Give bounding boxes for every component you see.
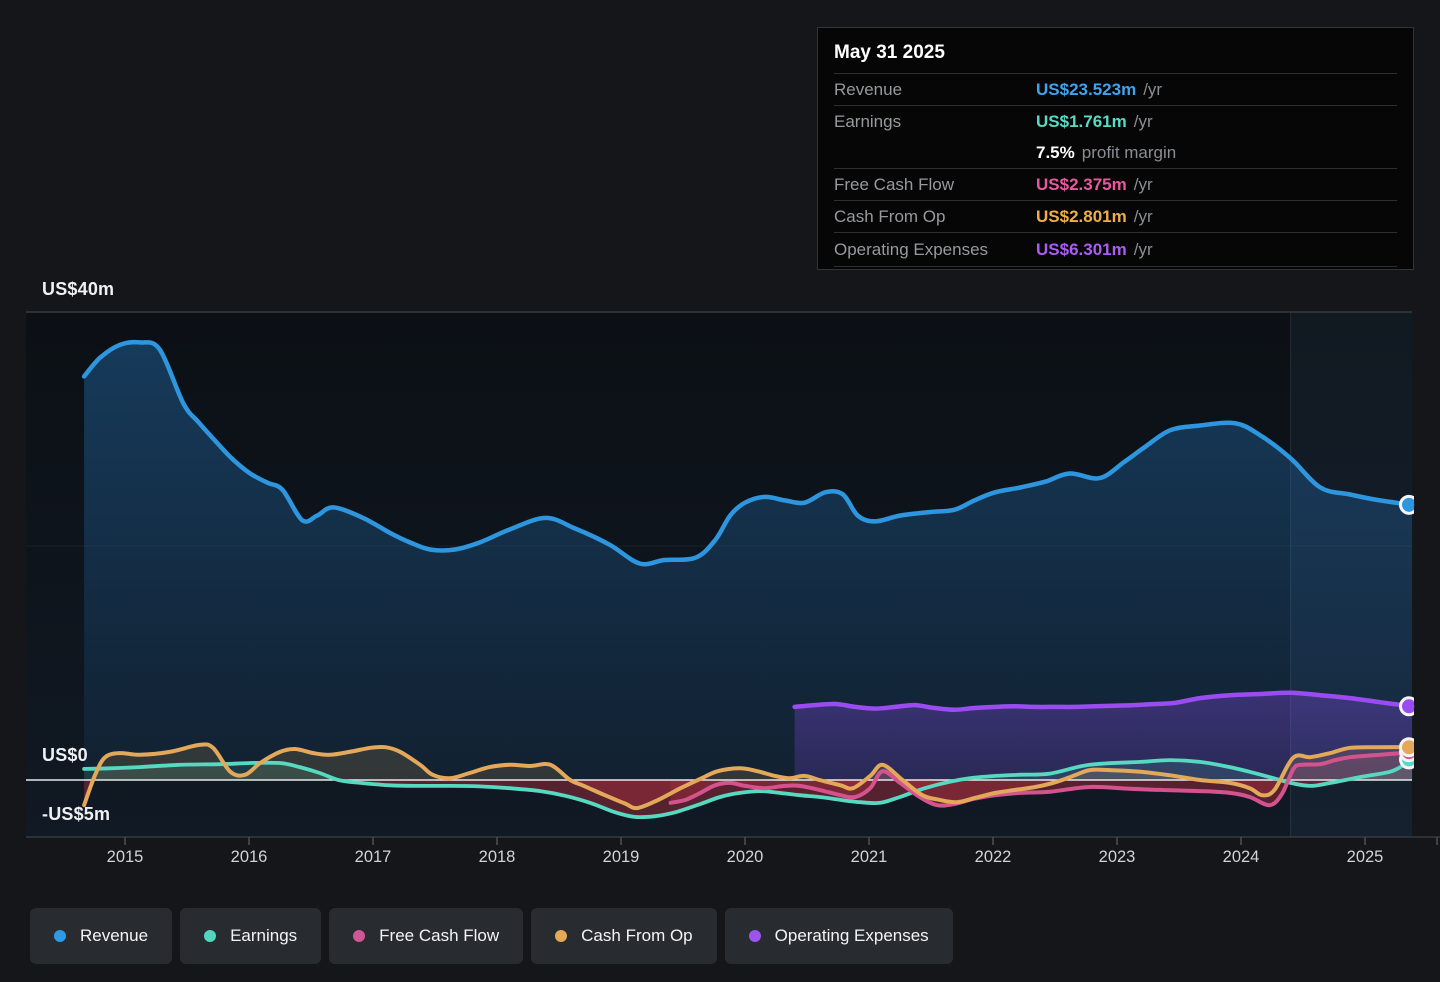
earnings-dot-icon (204, 930, 216, 942)
x-axis-label-2022: 2022 (951, 848, 1035, 867)
tooltip-value-free-cash-flow: US$2.375m (1036, 175, 1127, 195)
tooltip-date: May 31 2025 (834, 28, 1397, 74)
x-axis-label-2020: 2020 (703, 848, 787, 867)
tooltip-suffix: profit margin (1082, 143, 1176, 163)
tooltip-row-revenue: Revenue US$23.523m /yr (834, 74, 1397, 105)
cash-from-op-dot-icon (555, 930, 567, 942)
tooltip-row-cash-from-op: Cash From Op US$2.801m /yr (834, 200, 1397, 232)
tooltip-suffix: /yr (1134, 240, 1153, 260)
free-cash-flow-dot-icon (353, 930, 365, 942)
legend-label: Cash From Op (581, 926, 692, 946)
revenue-dot-icon (54, 930, 66, 942)
x-axis-label-2016: 2016 (207, 848, 291, 867)
cash_from_op-end-marker[interactable] (1401, 739, 1418, 756)
revenue-end-marker[interactable] (1401, 496, 1418, 513)
legend-item-operating-expenses[interactable]: Operating Expenses (725, 908, 953, 964)
tooltip-value-operating-expenses: US$6.301m (1036, 240, 1127, 260)
chart-legend: Revenue Earnings Free Cash Flow Cash Fro… (30, 908, 953, 964)
tooltip-label: Operating Expenses (834, 240, 1036, 260)
tooltip-value-cash-from-op: US$2.801m (1036, 207, 1127, 227)
operating_expenses-end-marker[interactable] (1401, 698, 1418, 715)
tooltip-row-operating-expenses: Operating Expenses US$6.301m /yr (834, 232, 1397, 267)
tooltip-suffix: /yr (1134, 112, 1153, 132)
tooltip-row-earnings: Earnings US$1.761m /yr (834, 105, 1397, 137)
x-axis-label-2015: 2015 (83, 848, 167, 867)
chart-tooltip: May 31 2025 Revenue US$23.523m /yr Earni… (817, 27, 1414, 270)
legend-label: Operating Expenses (775, 926, 929, 946)
legend-item-free-cash-flow[interactable]: Free Cash Flow (329, 908, 523, 964)
x-axis-label-2025: 2025 (1323, 848, 1407, 867)
tooltip-value-profit-margin: 7.5% (1036, 143, 1075, 163)
tooltip-suffix: /yr (1134, 207, 1153, 227)
x-axis-label-2023: 2023 (1075, 848, 1159, 867)
x-axis-label-2024: 2024 (1199, 848, 1283, 867)
x-axis-label-2019: 2019 (579, 848, 663, 867)
legend-item-cash-from-op[interactable]: Cash From Op (531, 908, 716, 964)
tooltip-label: Earnings (834, 112, 1036, 132)
x-axis-label-2021: 2021 (827, 848, 911, 867)
legend-label: Revenue (80, 926, 148, 946)
tooltip-suffix: /yr (1143, 80, 1162, 100)
tooltip-row-profit-margin: 7.5% profit margin (834, 137, 1397, 168)
legend-item-earnings[interactable]: Earnings (180, 908, 321, 964)
legend-label: Free Cash Flow (379, 926, 499, 946)
financials-chart-page: US$40m US$0 -US$5m 2015 2016 2017 2018 2019 2… (0, 0, 1440, 982)
tooltip-value-earnings: US$1.761m (1036, 112, 1127, 132)
x-axis-label-2018: 2018 (455, 848, 539, 867)
tooltip-value-revenue: US$23.523m (1036, 80, 1136, 100)
tooltip-label: Revenue (834, 80, 1036, 100)
operating-expenses-dot-icon (749, 930, 761, 942)
y-axis-label-40m: US$40m (42, 279, 114, 300)
y-axis-label-neg5: -US$5m (42, 804, 110, 825)
tooltip-label: Free Cash Flow (834, 175, 1036, 195)
legend-label: Earnings (230, 926, 297, 946)
tooltip-suffix: /yr (1134, 175, 1153, 195)
legend-item-revenue[interactable]: Revenue (30, 908, 172, 964)
tooltip-label: Cash From Op (834, 207, 1036, 227)
x-axis-label-2017: 2017 (331, 848, 415, 867)
tooltip-row-free-cash-flow: Free Cash Flow US$2.375m /yr (834, 168, 1397, 200)
y-axis-label-0: US$0 (42, 745, 88, 766)
